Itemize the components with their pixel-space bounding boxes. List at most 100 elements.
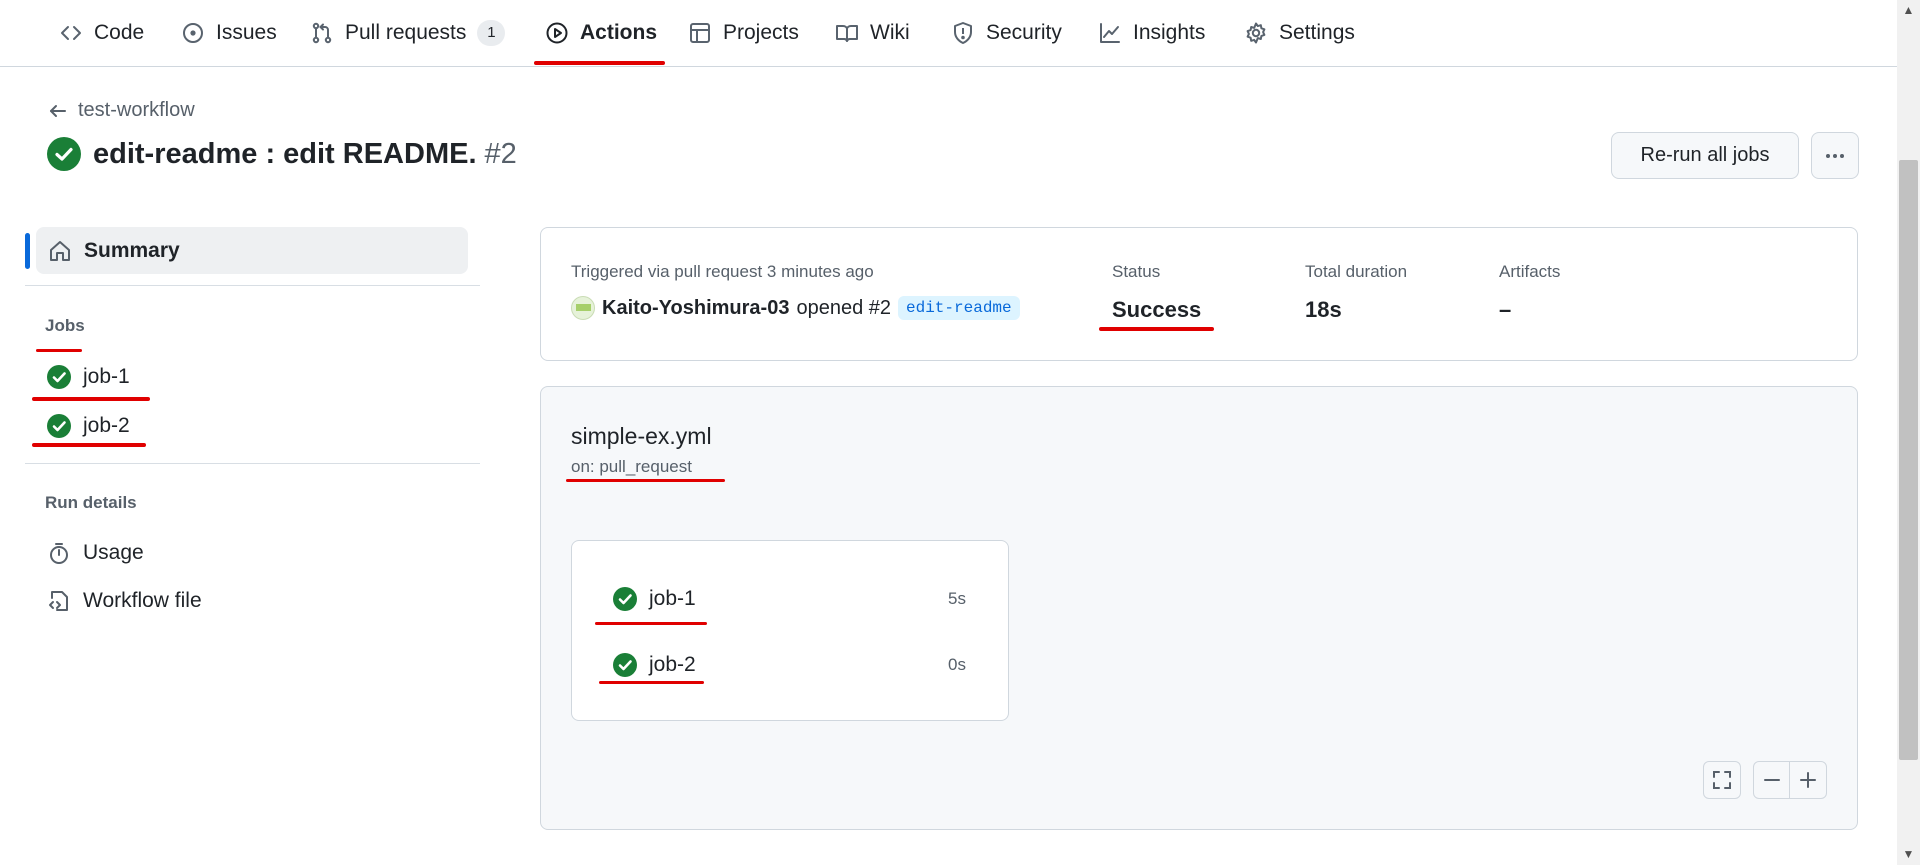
nav-tab-issues[interactable]: Issues (173, 14, 285, 52)
nav-tab-projects[interactable]: Projects (680, 14, 807, 52)
check-circle-icon (47, 414, 71, 438)
sidebar-job-label: job-1 (83, 365, 130, 388)
sidebar-job-label: job-2 (83, 414, 130, 437)
trigger-text: Triggered via pull request 3 minutes ago (571, 262, 874, 281)
back-to-workflow-link[interactable]: test-workflow (48, 99, 195, 122)
trigger-action: opened #2 (796, 296, 891, 319)
artifacts-label: Artifacts (1499, 262, 1561, 281)
graph-job-duration: 0s (948, 655, 966, 674)
arrow-left-icon (50, 104, 66, 117)
sidebar-divider (25, 463, 480, 464)
graph-icon (1100, 23, 1120, 43)
run-title: edit-readme : edit README. #2 (93, 138, 517, 171)
scrollbar-thumb[interactable] (1899, 160, 1918, 760)
sidebar-item-label: Summary (84, 238, 180, 262)
repo-nav: Code Issues Pull requests 1 Actions Proj… (0, 0, 1897, 67)
sidebar-job-1[interactable]: job-1 (47, 365, 130, 389)
gear-icon (1246, 22, 1266, 44)
rerun-all-jobs-button[interactable]: Re-run all jobs (1611, 132, 1799, 179)
run-summary-card (540, 227, 1858, 361)
sidebar-job-2[interactable]: job-2 (47, 414, 130, 438)
actor-link[interactable]: Kaito-Yoshimura-03 (602, 297, 789, 320)
workflow-jobs-box (571, 540, 1009, 721)
nav-tab-label: Actions (580, 21, 658, 44)
graph-job-label: job-2 (649, 653, 696, 676)
book-icon (836, 25, 858, 42)
nav-tab-code[interactable]: Code (51, 14, 152, 52)
sidebar-item-label: Usage (83, 541, 144, 564)
pull-request-count-badge: 1 (477, 20, 506, 46)
nav-tab-label: Projects (723, 21, 799, 44)
graph-job-2[interactable]: job-2 (613, 653, 696, 677)
shield-icon (954, 22, 972, 44)
nav-tab-label: Insights (1133, 21, 1206, 44)
run-details-heading: Run details (45, 493, 137, 512)
scroll-down-arrow[interactable]: ▼ (1900, 846, 1917, 863)
graph-job-1[interactable]: job-1 (613, 587, 696, 611)
zoom-out-button[interactable] (1754, 762, 1791, 798)
rerun-all-jobs-label: Re-run all jobs (1640, 144, 1770, 166)
nav-tab-label: Wiki (870, 21, 910, 44)
check-circle-icon (47, 365, 71, 389)
workflow-trigger: on: pull_request (571, 457, 692, 476)
run-number: #2 (484, 137, 517, 170)
table-icon (690, 23, 710, 43)
status-value: Success (1112, 297, 1202, 322)
annotation-underline-status (1099, 327, 1214, 331)
kebab-horizontal-icon (1826, 153, 1844, 158)
nav-tab-label: Security (986, 21, 1062, 44)
sidebar-item-usage[interactable]: Usage (47, 541, 144, 565)
check-circle-icon (613, 587, 637, 611)
annotation-underline-trigger (566, 479, 725, 482)
total-duration-label: Total duration (1305, 262, 1408, 281)
total-duration-value: 18s (1305, 297, 1342, 322)
check-circle-icon (613, 653, 637, 677)
summary-active-indicator (25, 233, 30, 269)
annotation-underline-sidebar-job-2 (32, 443, 146, 447)
branch-tag[interactable]: edit-readme (898, 296, 1020, 320)
avatar[interactable] (571, 296, 595, 320)
home-icon (50, 240, 70, 261)
fullscreen-button[interactable] (1703, 761, 1741, 799)
zoom-in-button[interactable] (1790, 762, 1826, 798)
issue-opened-icon (183, 23, 203, 43)
jobs-heading: Jobs (45, 316, 85, 335)
sidebar-item-workflow-file[interactable]: Workflow file (47, 589, 202, 613)
annotation-underline-jobs-heading (36, 349, 82, 352)
stopwatch-icon (50, 543, 68, 564)
nav-tab-security[interactable]: Security (943, 14, 1070, 52)
run-title-text: edit-readme : edit README. (93, 137, 477, 170)
sidebar-divider (25, 285, 480, 286)
back-link-label: test-workflow (78, 99, 195, 121)
nav-tab-pull-requests[interactable]: Pull requests 1 (302, 14, 513, 52)
annotation-underline-graph-job-1 (595, 622, 707, 625)
nav-tab-actions[interactable]: Actions (537, 14, 665, 52)
nav-tab-insights[interactable]: Insights (1090, 14, 1213, 52)
nav-tab-wiki[interactable]: Wiki (827, 14, 918, 52)
graph-job-label: job-1 (649, 587, 696, 610)
annotation-underline-actions (534, 61, 665, 65)
nav-tab-label: Issues (216, 21, 277, 44)
nav-tab-settings[interactable]: Settings (1236, 14, 1363, 52)
sidebar-item-label: Workflow file (83, 589, 202, 612)
page-title: edit-readme : edit README. #2 (47, 137, 517, 171)
plus-icon (1800, 772, 1816, 788)
file-code-icon (49, 591, 68, 611)
git-pull-request-icon (312, 22, 332, 44)
nav-tab-label: Code (94, 21, 145, 44)
annotation-underline-graph-job-2 (599, 681, 704, 684)
artifacts-value: – (1499, 297, 1512, 322)
workflow-file-name: simple-ex.yml (571, 423, 712, 449)
more-options-button[interactable] (1811, 132, 1859, 179)
graph-job-duration: 5s (948, 589, 966, 608)
sidebar-item-summary[interactable]: Summary (36, 227, 468, 274)
annotation-underline-sidebar-job-1 (32, 397, 150, 401)
status-label: Status (1112, 262, 1161, 281)
nav-tab-label: Settings (1279, 21, 1355, 44)
check-circle-icon (47, 137, 81, 171)
screen-full-icon (1713, 771, 1731, 789)
play-icon (546, 22, 568, 44)
scroll-up-arrow[interactable]: ▲ (1900, 2, 1917, 19)
minus-icon (1763, 779, 1780, 781)
code-icon (61, 26, 81, 40)
